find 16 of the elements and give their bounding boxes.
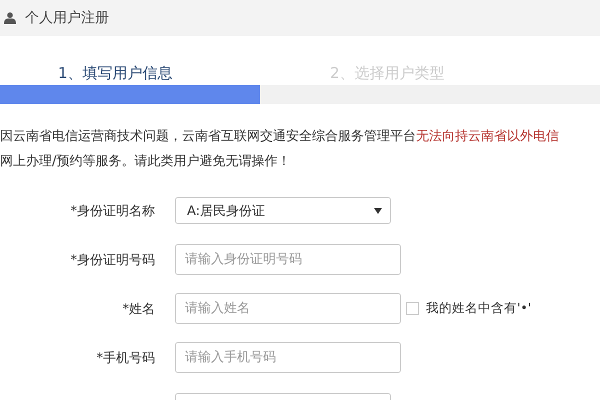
notice-text: 因云南省电信运营商技术问题，云南省互联网交通安全综合服务管理平台无法向持云南省以外电信 — [0, 128, 560, 146]
page-title: 个人用户注册 — [25, 9, 109, 27]
field-label: *身份证明名称 — [70, 202, 155, 220]
field-label: *姓名 — [122, 300, 155, 318]
step-tab[interactable]: 1、填写用户信息 — [58, 63, 330, 83]
caret-icon — [374, 208, 382, 214]
field-label: *手机号码 — [96, 350, 155, 366]
checkbox[interactable] — [406, 302, 419, 315]
select-field[interactable]: A:居民身份证 — [175, 197, 391, 224]
input-field[interactable]: 请输入手机号码 — [175, 342, 401, 373]
input-field[interactable]: 请输入身份证明号码 — [175, 244, 401, 275]
user-icon — [4, 12, 16, 24]
input-field[interactable]: 请输入姓名 — [175, 293, 401, 324]
field-label: *身份证明号码 — [70, 252, 155, 268]
checkbox-label: 我的姓名中含有'•' — [426, 300, 532, 317]
notice-text: 网上办理/预约等服务。请此类用户避免无谓操作！ — [0, 153, 292, 171]
